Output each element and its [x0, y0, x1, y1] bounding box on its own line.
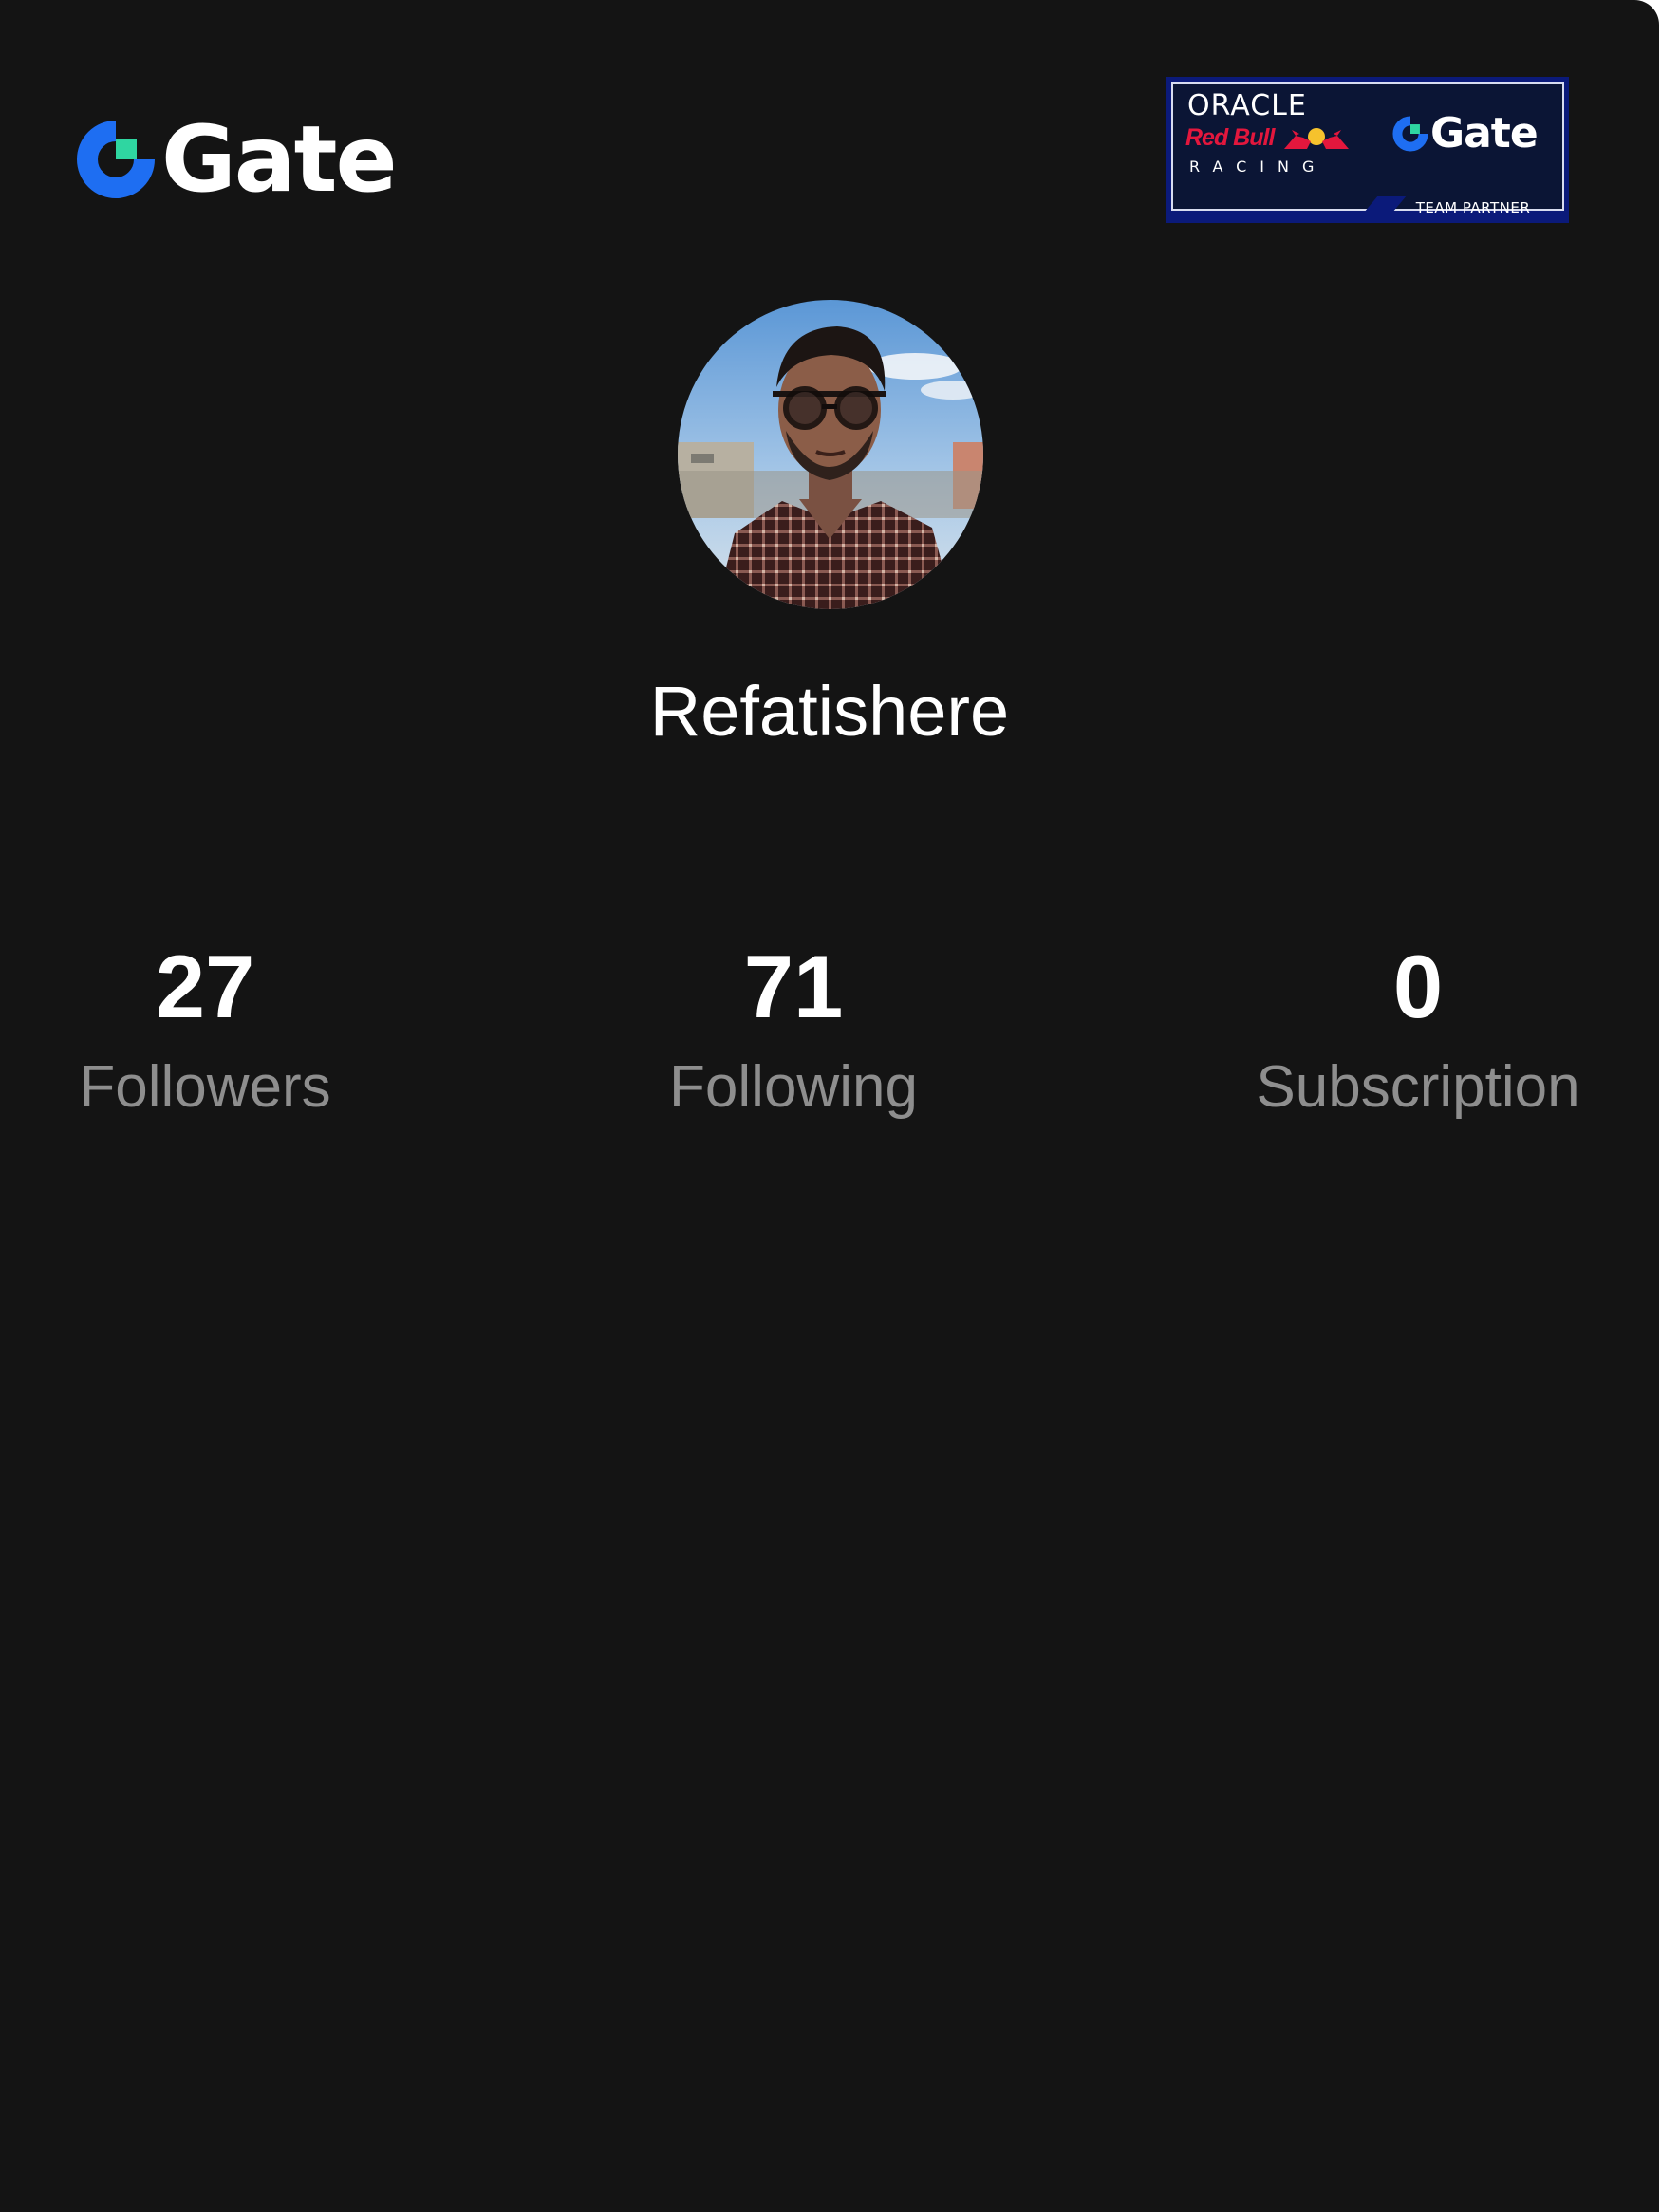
following-stat[interactable]: 71 Following — [623, 939, 964, 1125]
subscription-label: Subscription — [1256, 1054, 1580, 1120]
gate-logo[interactable]: Gate — [76, 106, 398, 213]
subscription-stat[interactable]: 0 Subscription — [1219, 939, 1617, 1125]
avatar[interactable] — [678, 300, 983, 609]
followers-stat[interactable]: 27 Followers — [34, 939, 376, 1125]
followers-label: Followers — [79, 1054, 331, 1120]
red-bull-emblem-icon — [1284, 128, 1349, 149]
subscription-count: 0 — [1392, 937, 1444, 1036]
followers-count: 27 — [155, 937, 255, 1036]
gate-logo-icon — [1392, 116, 1428, 152]
team-partner-badge[interactable]: ORACLE Red Bull RACING Gate TEAM PARTNER — [1166, 77, 1569, 223]
badge-redbull-text: Red Bull — [1185, 124, 1275, 151]
following-count: 71 — [743, 937, 844, 1036]
gate-logo-icon — [77, 120, 156, 198]
badge-oracle-text: ORACLE — [1187, 89, 1307, 122]
following-label: Following — [669, 1054, 918, 1120]
badge-caption: TEAM PARTNER — [1415, 199, 1531, 216]
username: Refatishere — [649, 672, 1010, 751]
badge-racing-text: RACING — [1189, 158, 1328, 176]
badge-gate-text: Gate — [1430, 109, 1539, 158]
gate-logo-text: Gate — [161, 106, 398, 213]
profile-card: Gate ORACLE Red Bull RACING Gate TEAM PA… — [0, 0, 1659, 2212]
badge-gate-logo: Gate — [1392, 109, 1539, 158]
